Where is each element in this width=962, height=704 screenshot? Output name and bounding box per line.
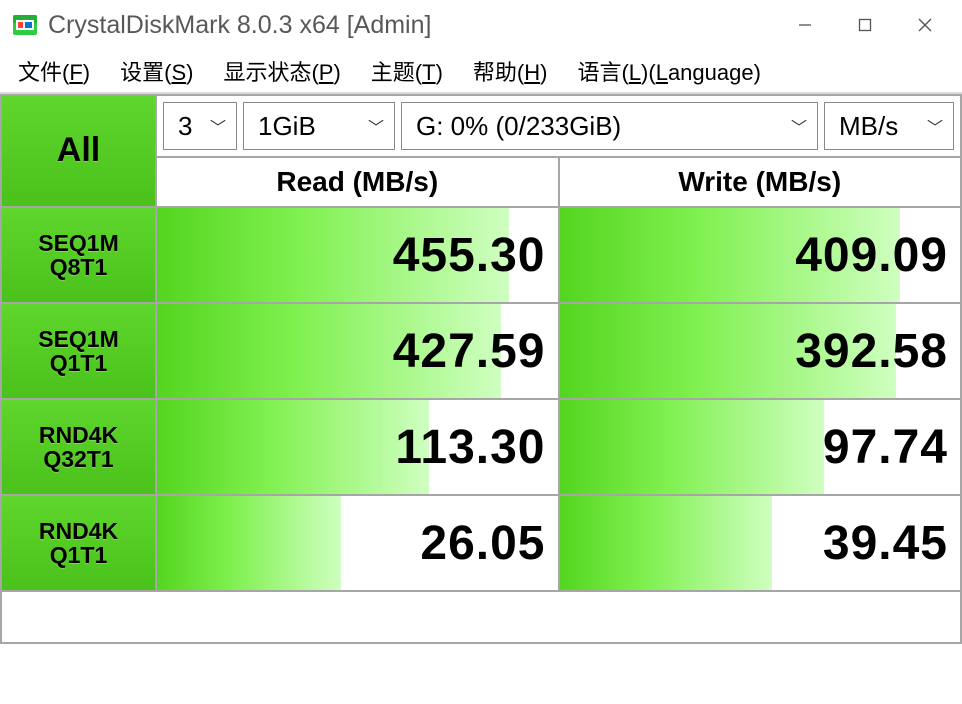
menu-file[interactable]: 文件(F) (4, 51, 104, 91)
rnd4k-q32t1-read: 113.30 (156, 399, 559, 495)
test-size-dropdown[interactable]: 1GiB ﹀ (243, 102, 395, 150)
menu-help[interactable]: 帮助(H) (459, 51, 562, 91)
menu-file-post: ) (83, 60, 90, 85)
btn-line2: Q8T1 (50, 255, 108, 279)
menu-lang-post: anguage) (668, 60, 761, 85)
menu-display-post: ) (333, 60, 340, 85)
seq1m-q1t1-write-value: 392.58 (560, 304, 961, 398)
btn-line1: RND4K (39, 423, 118, 447)
btn-line2: Q32T1 (43, 447, 113, 471)
btn-line2: Q1T1 (50, 543, 108, 567)
menu-lang-key: L (629, 60, 641, 85)
menu-lang-pre: 语言( (577, 60, 628, 85)
menu-lang-mid: )( (641, 60, 656, 85)
btn-line1: SEQ1M (38, 231, 119, 255)
rnd4k-q32t1-write-value: 97.74 (560, 400, 961, 494)
chevron-down-icon: ﹀ (368, 114, 384, 138)
drive-dropdown[interactable]: G: 0% (0/233GiB) ﹀ (401, 102, 818, 150)
menu-theme-key: T (422, 60, 435, 85)
minimize-button[interactable] (776, 3, 834, 47)
rnd4k-q1t1-read: 26.05 (156, 495, 559, 591)
btn-line1: SEQ1M (38, 327, 119, 351)
menu-file-pre: 文件( (18, 60, 69, 85)
seq1m-q1t1-write: 392.58 (559, 303, 962, 399)
menu-lang-key2: L (656, 60, 668, 85)
drive-value: G: 0% (0/233GiB) (416, 111, 621, 142)
menu-theme[interactable]: 主题(T) (357, 51, 457, 91)
btn-line1: RND4K (39, 519, 118, 543)
rnd4k-q1t1-read-value: 26.05 (157, 496, 558, 590)
menu-help-post: ) (540, 60, 547, 85)
seq1m-q1t1-read-value: 427.59 (157, 304, 558, 398)
rnd4k-q1t1-write: 39.45 (559, 495, 962, 591)
seq1m-q8t1-read-value: 455.30 (157, 208, 558, 302)
btn-line2: Q1T1 (50, 351, 108, 375)
rnd4k-q32t1-write: 97.74 (559, 399, 962, 495)
controls-row: 3 ﹀ 1GiB ﹀ G: 0% (0/233GiB) ﹀ MB/s ﹀ (157, 96, 960, 156)
chevron-down-icon: ﹀ (791, 114, 807, 138)
write-header: Write (MB/s) (559, 157, 962, 207)
menu-theme-post: ) (436, 60, 443, 85)
menu-help-pre: 帮助( (473, 60, 524, 85)
test-count-value: 3 (178, 111, 192, 142)
run-seq1m-q8t1-button[interactable]: SEQ1M Q8T1 (2, 208, 155, 302)
seq1m-q1t1-read: 427.59 (156, 303, 559, 399)
menu-language[interactable]: 语言(L)(Language) (563, 51, 774, 91)
menu-settings-pre: 设置( (120, 60, 171, 85)
test-count-dropdown[interactable]: 3 ﹀ (163, 102, 237, 150)
chevron-down-icon: ﹀ (927, 114, 943, 138)
menu-display-key: P (319, 60, 334, 85)
chevron-down-icon: ﹀ (210, 114, 226, 138)
seq1m-q8t1-read: 455.30 (156, 207, 559, 303)
test-size-value: 1GiB (258, 111, 316, 142)
status-bar (1, 591, 961, 643)
menu-display-pre: 显示状态( (223, 60, 318, 85)
menu-file-key: F (69, 60, 82, 85)
window-title: CrystalDiskMark 8.0.3 x64 [Admin] (48, 11, 776, 40)
menu-settings-key: S (171, 60, 186, 85)
menu-help-key: H (524, 60, 540, 85)
maximize-button[interactable] (836, 3, 894, 47)
run-rnd4k-q1t1-button[interactable]: RND4K Q1T1 (2, 496, 155, 590)
run-all-label: All (57, 133, 100, 169)
run-rnd4k-q32t1-button[interactable]: RND4K Q32T1 (2, 400, 155, 494)
titlebar: CrystalDiskMark 8.0.3 x64 [Admin] (0, 0, 962, 50)
close-button[interactable] (896, 3, 954, 47)
app-icon (12, 12, 38, 38)
rnd4k-q1t1-write-value: 39.45 (560, 496, 961, 590)
unit-value: MB/s (839, 111, 898, 142)
benchmark-grid: All 3 ﹀ 1GiB ﹀ G: 0% (0/233GiB) ﹀ MB/s (0, 94, 962, 644)
menu-settings[interactable]: 设置(S) (106, 51, 207, 91)
rnd4k-q32t1-read-value: 113.30 (157, 400, 558, 494)
run-all-button[interactable]: All (2, 96, 155, 206)
menubar: 文件(F) 设置(S) 显示状态(P) 主题(T) 帮助(H) 语言(L)(La… (0, 50, 962, 94)
menu-display[interactable]: 显示状态(P) (209, 51, 354, 91)
menu-theme-pre: 主题( (371, 60, 422, 85)
seq1m-q8t1-write: 409.09 (559, 207, 962, 303)
window-controls (776, 3, 954, 47)
read-header: Read (MB/s) (156, 157, 559, 207)
run-seq1m-q1t1-button[interactable]: SEQ1M Q1T1 (2, 304, 155, 398)
unit-dropdown[interactable]: MB/s ﹀ (824, 102, 954, 150)
menu-settings-post: ) (186, 60, 193, 85)
seq1m-q8t1-write-value: 409.09 (560, 208, 961, 302)
